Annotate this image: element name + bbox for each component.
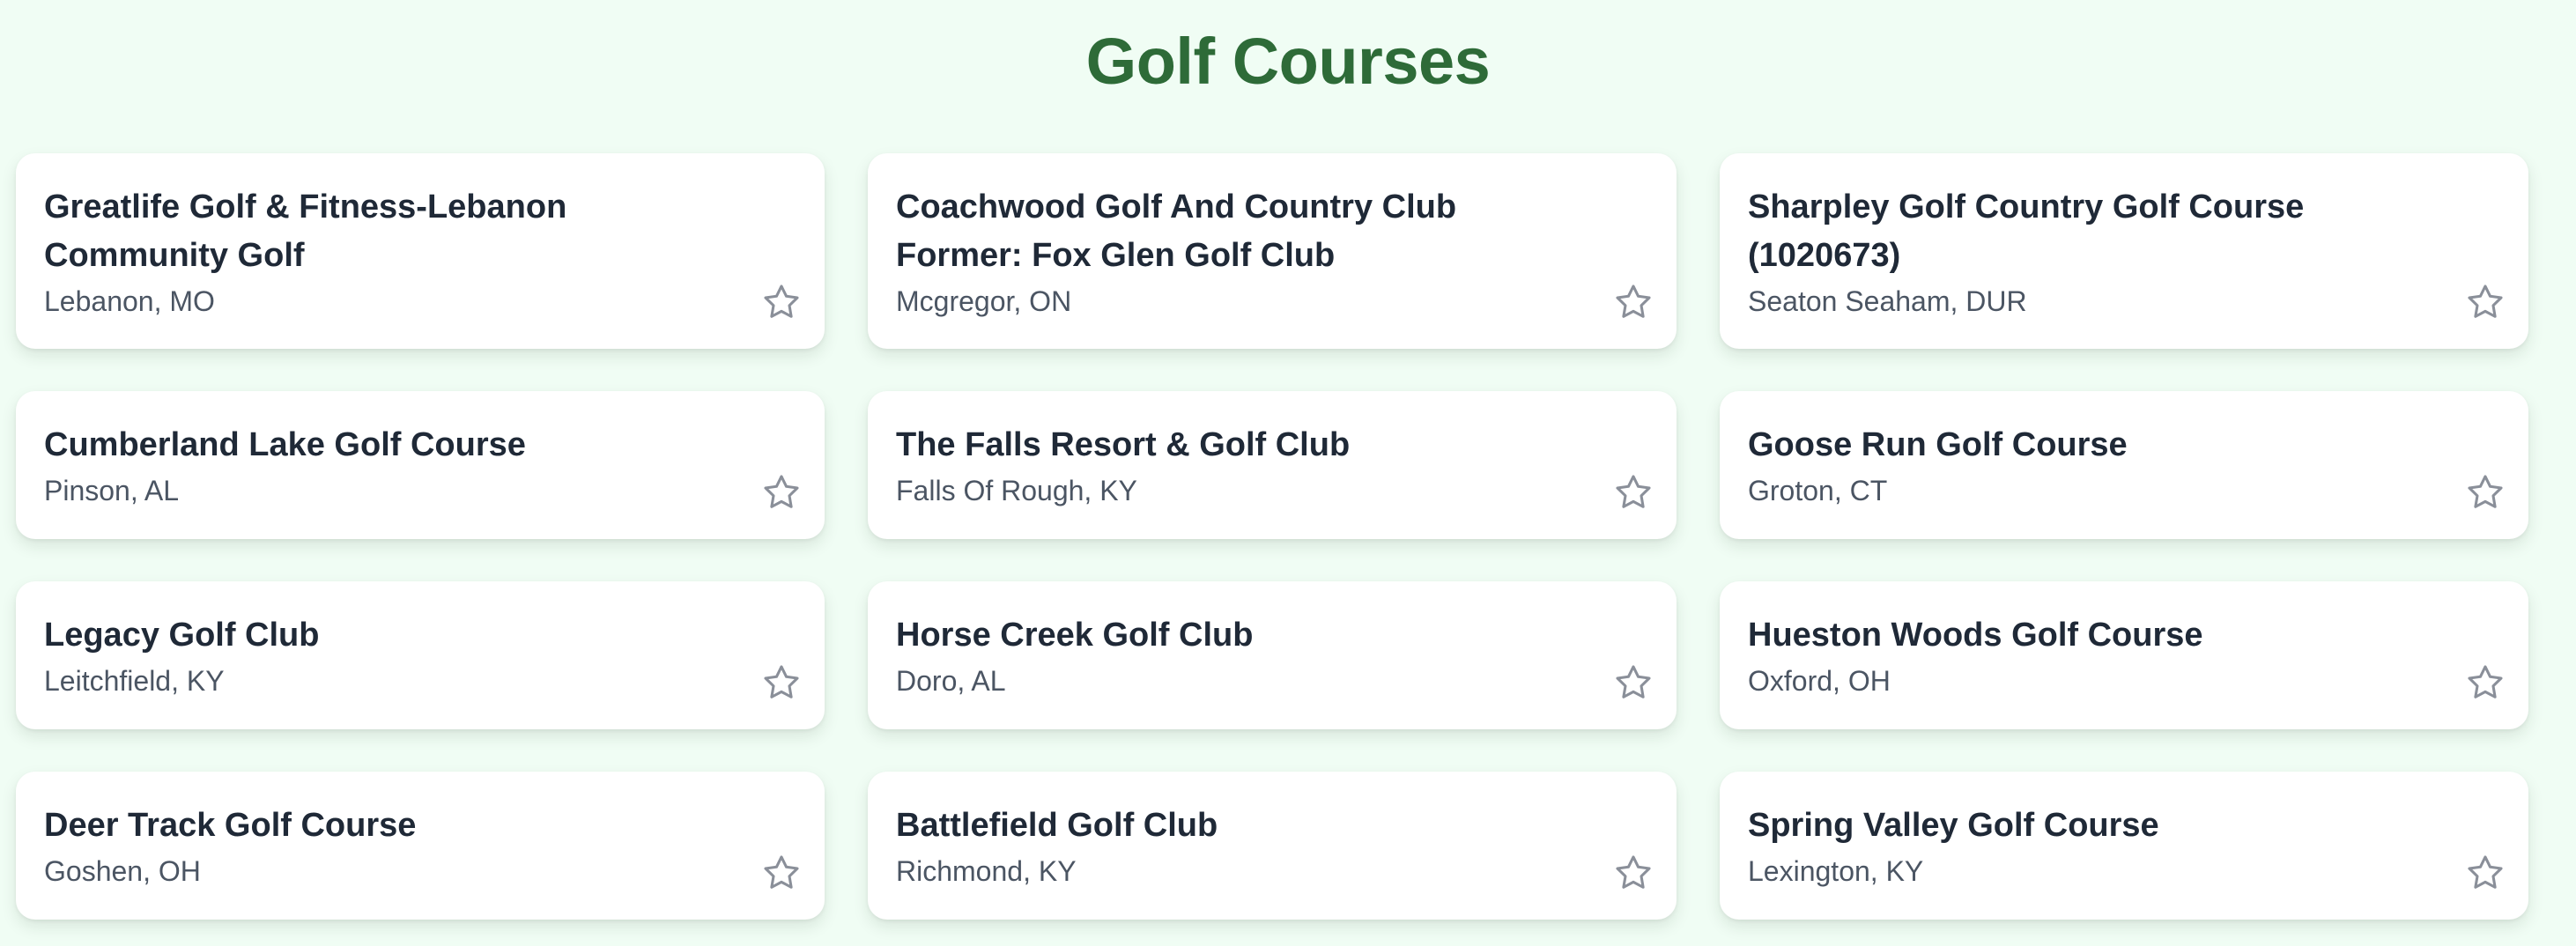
star-outline-icon xyxy=(2468,665,2503,698)
favorite-button[interactable] xyxy=(759,661,803,705)
favorite-button[interactable] xyxy=(1611,661,1655,705)
course-name: Spring Valley Golf Course xyxy=(1748,807,2159,844)
star-outline-icon xyxy=(764,285,799,318)
course-card[interactable]: Sharpley Golf Country Golf Course (10206… xyxy=(1720,153,2528,349)
course-card[interactable]: Deer Track Golf Course Goshen, OH xyxy=(16,772,825,920)
golf-courses-page: Golf Courses Greatlife Golf & Fitness-Le… xyxy=(0,0,2576,946)
course-name: Coachwood Golf And Country Club Former: … xyxy=(896,188,1457,274)
course-location: Doro, AL xyxy=(896,665,1006,697)
course-card[interactable]: Greatlife Golf & Fitness-Lebanon Communi… xyxy=(16,153,825,349)
course-name: Hueston Woods Golf Course xyxy=(1748,617,2203,654)
course-location: Leitchfield, KY xyxy=(44,665,225,697)
course-card[interactable]: Spring Valley Golf Course Lexington, KY xyxy=(1720,772,2528,920)
course-card[interactable]: Battlefield Golf Club Richmond, KY xyxy=(868,772,1677,920)
favorite-button[interactable] xyxy=(1611,851,1655,895)
course-card[interactable]: Horse Creek Golf Club Doro, AL xyxy=(868,581,1677,729)
star-outline-icon xyxy=(764,855,799,889)
course-name: Legacy Golf Club xyxy=(44,617,320,654)
course-location: Pinson, AL xyxy=(44,475,179,506)
star-outline-icon xyxy=(764,475,799,508)
favorite-button[interactable] xyxy=(2463,851,2507,895)
course-name: Cumberland Lake Golf Course xyxy=(44,426,526,463)
favorite-button[interactable] xyxy=(759,851,803,895)
course-location: Seaton Seaham, DUR xyxy=(1748,285,2027,317)
star-outline-icon xyxy=(1616,285,1651,318)
course-name: Greatlife Golf & Fitness-Lebanon Communi… xyxy=(44,188,567,274)
course-card[interactable]: Coachwood Golf And Country Club Former: … xyxy=(868,153,1677,349)
star-outline-icon xyxy=(2468,475,2503,508)
course-name: The Falls Resort & Golf Club xyxy=(896,426,1351,463)
star-outline-icon xyxy=(1616,475,1651,508)
star-outline-icon xyxy=(1616,855,1651,889)
favorite-button[interactable] xyxy=(759,470,803,514)
star-outline-icon xyxy=(764,665,799,698)
favorite-button[interactable] xyxy=(2463,280,2507,324)
favorite-button[interactable] xyxy=(759,280,803,324)
course-location: Groton, CT xyxy=(1748,475,1888,506)
favorite-button[interactable] xyxy=(2463,470,2507,514)
course-grid: Greatlife Golf & Fitness-Lebanon Communi… xyxy=(16,153,2528,920)
course-location: Mcgregor, ON xyxy=(896,285,1072,317)
course-location: Lexington, KY xyxy=(1748,855,1924,887)
course-location: Oxford, OH xyxy=(1748,665,1891,697)
course-name: Horse Creek Golf Club xyxy=(896,617,1254,654)
course-location: Falls Of Rough, KY xyxy=(896,475,1137,506)
course-card[interactable]: Hueston Woods Golf Course Oxford, OH xyxy=(1720,581,2528,729)
course-card[interactable]: The Falls Resort & Golf Club Falls Of Ro… xyxy=(868,391,1677,539)
page-title: Golf Courses xyxy=(1085,25,1491,98)
course-location: Goshen, OH xyxy=(44,855,201,887)
course-card[interactable]: Goose Run Golf Course Groton, CT xyxy=(1720,391,2528,539)
course-name: Goose Run Golf Course xyxy=(1748,426,2128,463)
course-name: Deer Track Golf Course xyxy=(44,807,417,844)
favorite-button[interactable] xyxy=(1611,470,1655,514)
favorite-button[interactable] xyxy=(1611,280,1655,324)
star-outline-icon xyxy=(1616,665,1651,698)
course-card[interactable]: Legacy Golf Club Leitchfield, KY xyxy=(16,581,825,729)
course-name: Battlefield Golf Club xyxy=(896,807,1218,844)
favorite-button[interactable] xyxy=(2463,661,2507,705)
course-name: Sharpley Golf Country Golf Course (10206… xyxy=(1748,188,2305,274)
course-location: Richmond, KY xyxy=(896,855,1077,887)
star-outline-icon xyxy=(2468,285,2503,318)
course-location: Lebanon, MO xyxy=(44,285,215,317)
course-card[interactable]: Cumberland Lake Golf Course Pinson, AL xyxy=(16,391,825,539)
star-outline-icon xyxy=(2468,855,2503,889)
